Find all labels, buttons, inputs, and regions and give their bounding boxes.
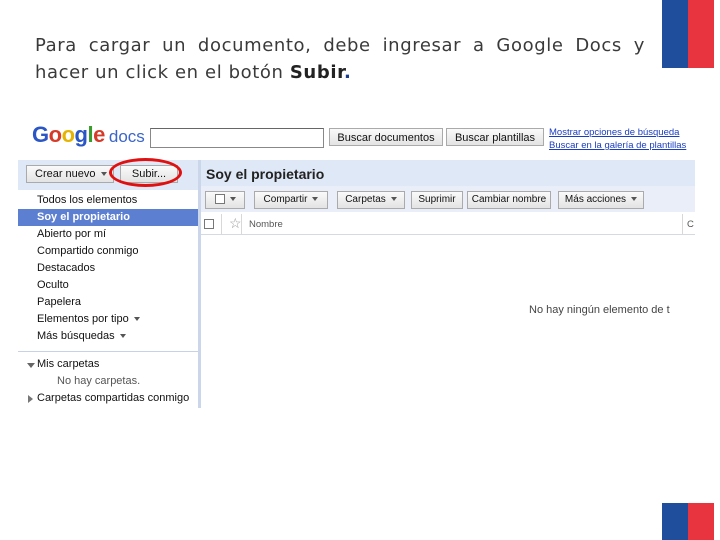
google-docs-logo[interactable]: Google docs [32, 122, 145, 148]
chevron-down-icon [100, 172, 107, 177]
chevron-down-icon [312, 197, 319, 202]
sidebar-item-shared-folders[interactable]: Carpetas compartidas conmigo [18, 390, 202, 407]
sidebar-item-label: Carpetas compartidas conmigo [37, 392, 190, 404]
sidebar-item-trash[interactable]: Papelera [18, 294, 198, 311]
checkbox-icon [204, 219, 214, 230]
rename-button[interactable]: Cambiar nombre [467, 191, 551, 209]
share-label: Compartir [263, 194, 308, 205]
sidebar-item-opened-by-me[interactable]: Abierto por mí [18, 226, 198, 243]
sidebar-item-label: Mis carpetas [37, 358, 100, 370]
search-documents-button[interactable]: Buscar documentos [329, 128, 443, 146]
search-links: Mostrar opciones de búsqueda Buscar en l… [549, 126, 686, 152]
page-title: Soy el propietario [206, 166, 325, 182]
instruction-text: Para cargar un documento, debe ingresar … [35, 32, 645, 86]
sidebar-item-starred[interactable]: Destacados [18, 260, 198, 277]
share-button[interactable]: Compartir [254, 191, 328, 209]
delete-button[interactable]: Suprimir [411, 191, 463, 209]
create-new-label: Crear nuevo [35, 168, 96, 180]
sidebar-item-all[interactable]: Todos los elementos [18, 192, 198, 209]
expand-triangle-icon[interactable] [27, 363, 35, 368]
logo-docs-text: docs [108, 127, 145, 146]
sidebar-item-my-folders[interactable]: Mis carpetas [18, 356, 202, 373]
checkbox-icon [214, 194, 225, 205]
more-actions-label: Más acciones [564, 194, 627, 205]
sidebar-item-label: Elementos por tipo [37, 313, 129, 325]
empty-list-message: No hay ningún elemento de t [529, 304, 670, 316]
template-gallery-link[interactable]: Buscar en la galería de plantillas [549, 139, 686, 152]
sidebar-folders: Mis carpetas No hay carpetas. Carpetas c… [18, 356, 202, 407]
sidebar-item-owned-by-me[interactable]: Soy el propietario [18, 209, 198, 226]
column-divider [682, 214, 683, 234]
chevron-down-icon [390, 197, 397, 202]
sidebar-item-hidden[interactable]: Oculto [18, 277, 198, 294]
select-all-checkbox[interactable] [204, 218, 214, 230]
sidebar-item-by-type[interactable]: Elementos por tipo [18, 311, 198, 328]
chevron-down-icon [119, 334, 126, 339]
flag-decoration-bottom [662, 503, 714, 540]
flag-decoration-top [662, 0, 714, 68]
sidebar-item-label: Más búsquedas [37, 330, 115, 342]
highlight-circle [109, 158, 182, 187]
create-new-button[interactable]: Crear nuevo [26, 165, 114, 183]
more-actions-button[interactable]: Más acciones [558, 191, 644, 209]
column-divider [221, 214, 222, 234]
column-header-name[interactable]: Nombre [249, 219, 283, 230]
chevron-down-icon [229, 197, 236, 202]
chevron-down-icon [631, 197, 638, 202]
column-header-truncated[interactable]: C [687, 219, 694, 230]
star-icon[interactable]: ☆ [229, 215, 242, 232]
instruction-suffix: . [344, 62, 352, 83]
collapse-triangle-icon[interactable] [28, 395, 33, 403]
search-input[interactable] [150, 128, 324, 148]
sidebar-item-more-searches[interactable]: Más búsquedas [18, 328, 198, 345]
folders-button[interactable]: Carpetas [337, 191, 405, 209]
chevron-down-icon [133, 317, 140, 322]
sidebar-nav: Todos los elementos Soy el propietario A… [18, 192, 198, 345]
sidebar-divider [18, 351, 198, 352]
select-checkbox-button[interactable] [205, 191, 245, 209]
logo-google-text: Google [32, 122, 105, 147]
instruction-bold-word: Subir [289, 62, 345, 83]
folders-label: Carpetas [345, 194, 386, 205]
google-docs-screenshot: Google docs Buscar documentos Buscar plan… [18, 120, 695, 410]
no-folders-text: No hay carpetas. [57, 375, 141, 387]
search-templates-button[interactable]: Buscar plantillas [446, 128, 544, 146]
sidebar-item-shared-with-me[interactable]: Compartido conmigo [18, 243, 198, 260]
search-options-link[interactable]: Mostrar opciones de búsqueda [549, 126, 686, 139]
